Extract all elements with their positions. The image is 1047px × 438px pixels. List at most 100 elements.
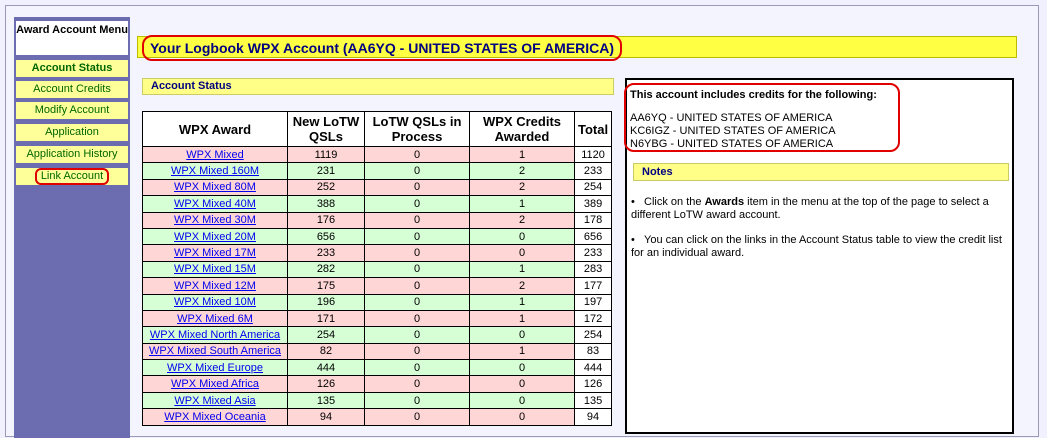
in-process-cell: 0 — [364, 391, 470, 410]
total-cell: 126 — [573, 375, 613, 393]
award-link[interactable]: WPX Mixed Africa — [171, 378, 259, 390]
info-panel: This account includes credits for the fo… — [624, 78, 1014, 434]
credits-heading: This account includes credits for the fo… — [630, 89, 877, 101]
new-qsls-cell: 82 — [287, 342, 365, 361]
award-cell[interactable]: WPX Mixed 15M — [142, 260, 288, 279]
menu-item-modify-account[interactable]: Modify Account — [16, 102, 128, 119]
table-row: WPX Mixed Africa 126 0 0 126 — [142, 375, 613, 393]
new-qsls-cell: 176 — [287, 211, 365, 229]
award-link[interactable]: WPX Mixed 17M — [174, 247, 256, 259]
note-links: • You can click on the links in the Acco… — [631, 234, 1002, 259]
menu-item-account-status[interactable]: Account Status — [16, 60, 128, 77]
in-process-cell: 0 — [364, 408, 470, 426]
credits-awarded-cell: 1 — [469, 342, 575, 361]
table-row: WPX Mixed Europe 444 0 0 444 — [142, 359, 613, 377]
award-link[interactable]: WPX Mixed 12M — [174, 280, 256, 292]
credits-awarded-cell: 1 — [469, 260, 575, 279]
award-link[interactable]: WPX Mixed 15M — [174, 263, 256, 275]
award-cell[interactable]: WPX Mixed Africa — [142, 375, 288, 393]
note-awards: • Click on the Awards item in the menu a… — [631, 196, 989, 221]
award-cell[interactable]: WPX Mixed 20M — [142, 227, 288, 246]
award-link[interactable]: WPX Mixed South America — [149, 345, 281, 357]
award-link[interactable]: WPX Mixed 40M — [174, 198, 256, 210]
award-link[interactable]: WPX Mixed 6M — [177, 313, 253, 325]
award-link[interactable]: WPX Mixed 160M — [171, 165, 259, 177]
award-link[interactable]: WPX Mixed — [186, 149, 243, 161]
award-cell[interactable]: WPX Mixed 17M — [142, 244, 288, 262]
in-process-cell: 0 — [364, 145, 470, 164]
table-row: WPX Mixed North America 254 0 0 254 — [142, 326, 613, 344]
page-title: Your Logbook WPX Account (AA6YQ - UNITED… — [142, 35, 623, 61]
total-cell: 1120 — [573, 145, 613, 164]
new-qsls-cell: 444 — [287, 359, 365, 377]
link-account-label: Link Account — [34, 168, 110, 185]
credits-awarded-cell: 0 — [469, 408, 575, 426]
table-row: WPX Mixed Asia 135 0 0 135 — [142, 391, 613, 410]
credits-awarded-cell: 1 — [469, 309, 575, 328]
award-link[interactable]: WPX Mixed Europe — [167, 362, 263, 374]
new-qsls-cell: 135 — [287, 391, 365, 410]
award-link[interactable]: WPX Mixed 10M — [174, 296, 256, 308]
credit-call-3: N6YBG - UNITED STATES OF AMERICA — [630, 138, 834, 150]
award-cell[interactable]: WPX Mixed 12M — [142, 277, 288, 295]
table-row: WPX Mixed 40M 388 0 1 389 — [142, 195, 613, 213]
menu-item-application[interactable]: Application — [16, 124, 128, 141]
menu-item-link-account[interactable]: Link Account — [16, 168, 128, 185]
award-link[interactable]: WPX Mixed 80M — [174, 181, 256, 193]
table-row: WPX Mixed 160M 231 0 2 233 — [142, 162, 613, 180]
col-wpx-award: WPX Award — [142, 111, 288, 147]
total-cell: 233 — [573, 244, 613, 262]
award-link[interactable]: WPX Mixed 30M — [174, 214, 256, 226]
in-process-cell: 0 — [364, 293, 470, 311]
table-row: WPX Mixed 10M 196 0 1 197 — [142, 293, 613, 311]
award-cell[interactable]: WPX Mixed 40M — [142, 195, 288, 213]
award-cell[interactable]: WPX Mixed South America — [142, 342, 288, 361]
award-cell[interactable]: WPX Mixed — [142, 145, 288, 164]
new-qsls-cell: 252 — [287, 178, 365, 197]
award-link[interactable]: WPX Mixed 20M — [174, 231, 256, 243]
new-qsls-cell: 196 — [287, 293, 365, 311]
table-row: WPX Mixed 20M 656 0 0 656 — [142, 227, 613, 246]
award-cell[interactable]: WPX Mixed 6M — [142, 309, 288, 328]
new-qsls-cell: 94 — [287, 408, 365, 426]
award-cell[interactable]: WPX Mixed 30M — [142, 211, 288, 229]
account-status-table: WPX Award New LoTW QSLs LoTW QSLs in Pro… — [142, 111, 613, 426]
new-qsls-cell: 1119 — [287, 145, 365, 164]
note2-text: You can click on the links in the Accoun… — [631, 234, 1002, 259]
award-cell[interactable]: WPX Mixed 160M — [142, 162, 288, 180]
total-cell: 172 — [573, 309, 613, 328]
award-account-menu: Award Account Menu Account Status Accoun… — [14, 17, 130, 438]
new-qsls-cell: 175 — [287, 277, 365, 295]
in-process-cell: 0 — [364, 359, 470, 377]
award-cell[interactable]: WPX Mixed 10M — [142, 293, 288, 311]
award-cell[interactable]: WPX Mixed Asia — [142, 391, 288, 410]
credit-call-2: KC6IGZ - UNITED STATES OF AMERICA — [630, 125, 836, 137]
table-row: WPX Mixed 15M 282 0 1 283 — [142, 260, 613, 279]
credits-awarded-cell: 0 — [469, 227, 575, 246]
award-link[interactable]: WPX Mixed Oceania — [164, 411, 265, 423]
credit-call-1: AA6YQ - UNITED STATES OF AMERICA — [630, 112, 833, 124]
award-link[interactable]: WPX Mixed North America — [150, 329, 280, 341]
total-cell: 389 — [573, 195, 613, 213]
table-row: WPX Mixed 6M 171 0 1 172 — [142, 309, 613, 328]
award-cell[interactable]: WPX Mixed Europe — [142, 359, 288, 377]
in-process-cell: 0 — [364, 375, 470, 393]
award-rows: WPX Mixed 1119 0 1 1120 WPX Mixed 160M 231 0 2 23… — [142, 145, 613, 426]
total-cell: 656 — [573, 227, 613, 246]
col-total: Total — [573, 111, 613, 147]
table-row: WPX Mixed 1119 0 1 1120 — [142, 145, 613, 164]
in-process-cell: 0 — [364, 260, 470, 279]
menu-item-application-history[interactable]: Application History — [16, 146, 128, 163]
award-link[interactable]: WPX Mixed Asia — [174, 395, 255, 407]
title-bar: Your Logbook WPX Account (AA6YQ - UNITED… — [137, 35, 1017, 61]
total-cell: 233 — [573, 162, 613, 180]
total-cell: 254 — [573, 178, 613, 197]
award-cell[interactable]: WPX Mixed 80M — [142, 178, 288, 197]
menu-item-account-credits[interactable]: Account Credits — [16, 81, 128, 98]
in-process-cell: 0 — [364, 227, 470, 246]
in-process-cell: 0 — [364, 195, 470, 213]
credits-awarded-cell: 0 — [469, 359, 575, 377]
award-cell[interactable]: WPX Mixed North America — [142, 326, 288, 344]
award-cell[interactable]: WPX Mixed Oceania — [142, 408, 288, 426]
in-process-cell: 0 — [364, 162, 470, 180]
